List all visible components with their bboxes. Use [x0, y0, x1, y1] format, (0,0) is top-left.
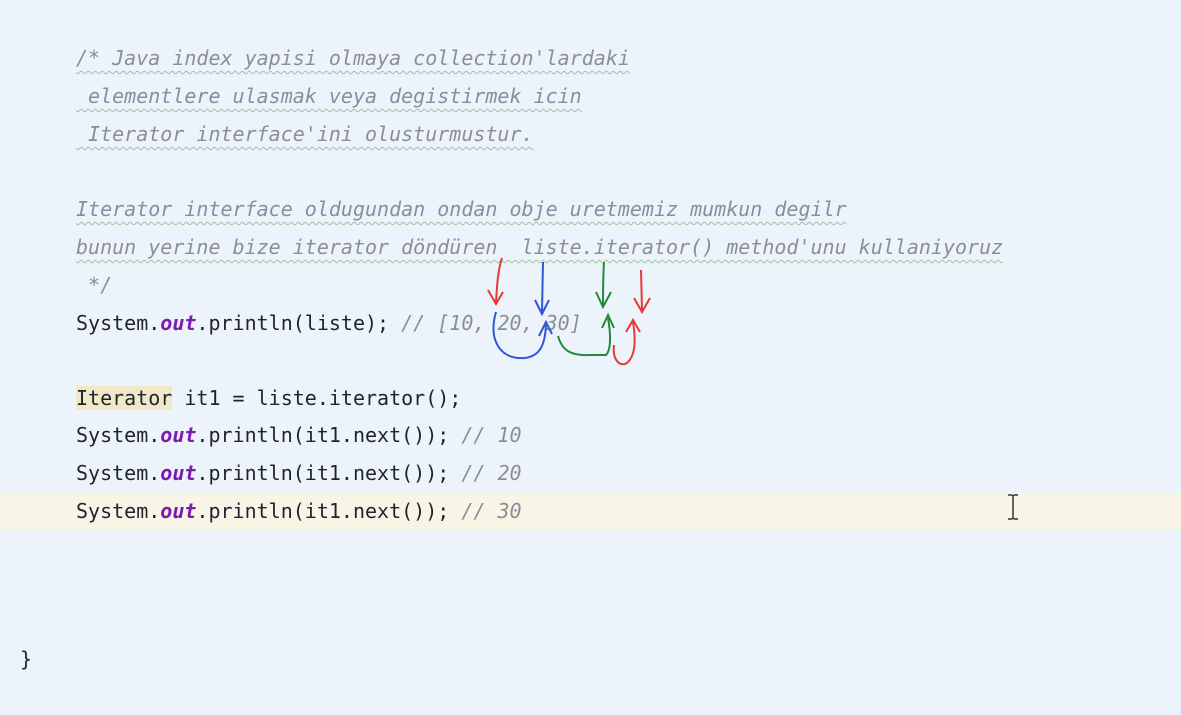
- comment-text: Iterator interface oldugundan ondan obje…: [76, 197, 847, 221]
- code-token: .println(liste);: [196, 311, 402, 335]
- code-line-closing-brace[interactable]: }: [0, 604, 1181, 671]
- code-token: System.: [76, 311, 161, 335]
- code-line-next[interactable]: System.out.println(it1.next()); // 20: [0, 455, 1181, 492]
- code-line-next[interactable]: System.out.println(it1.next()); // 10: [0, 417, 1181, 454]
- comment-text: elementlere ulasmak veya degistirmek ici…: [76, 84, 582, 108]
- code-token: .println(it1.next());: [196, 423, 462, 447]
- code-line-print-liste[interactable]: System.out.println(liste); // [10, 20, 3…: [0, 305, 1181, 342]
- code-statement: System.out.println(liste); // [10, 20, 3…: [76, 305, 582, 342]
- field-token: out: [160, 311, 197, 335]
- code-line-iterator-decl[interactable]: Iterator it1 = liste.iterator();: [0, 380, 1181, 417]
- code-line[interactable]: Iterator interface oldugundan ondan obje…: [0, 191, 1181, 228]
- comment-text: bunun yerine bize iterator döndüren list…: [76, 235, 1004, 259]
- code-editor[interactable]: /* Java index yapisi olmaya collection'l…: [0, 0, 1181, 686]
- field-token: out: [160, 461, 197, 485]
- code-statement: System.out.println(it1.next()); // 20: [76, 455, 522, 492]
- code-statement: System.out.println(it1.next()); // 30: [76, 493, 522, 530]
- code-line[interactable]: elementlere ulasmak veya degistirmek ici…: [0, 78, 1181, 115]
- code-token: System.: [76, 499, 161, 523]
- code-token: System.: [76, 423, 161, 447]
- field-token: out: [160, 423, 197, 447]
- code-line[interactable]: bunun yerine bize iterator döndüren list…: [0, 229, 1181, 266]
- comment-text: */: [76, 273, 113, 297]
- inline-comment: // 10: [461, 423, 522, 447]
- inline-comment: // 30: [461, 499, 522, 523]
- comment-text: Iterator interface'ini olusturmustur.: [76, 122, 534, 146]
- code-line[interactable]: Iterator interface'ini olusturmustur.: [0, 116, 1181, 153]
- code-statement: Iterator it1 = liste.iterator();: [76, 380, 461, 417]
- type-token-highlighted: Iterator: [76, 386, 173, 410]
- text-ibeam-cursor-icon: [1008, 494, 1018, 520]
- code-token: it1 = liste.iterator();: [172, 386, 462, 410]
- code-token: System.: [76, 461, 161, 485]
- code-line[interactable]: /* Java index yapisi olmaya collection'l…: [0, 40, 1181, 77]
- comment-text: /* Java index yapisi olmaya collection'l…: [76, 46, 630, 70]
- code-token: .println(it1.next());: [196, 499, 462, 523]
- inline-comment: // [10, 20, 30]: [401, 311, 582, 335]
- field-token: out: [160, 499, 197, 523]
- code-line[interactable]: */: [0, 267, 1181, 304]
- code-token: .println(it1.next());: [196, 461, 462, 485]
- code-statement: System.out.println(it1.next()); // 10: [76, 417, 522, 454]
- closing-brace: }: [20, 647, 33, 671]
- inline-comment: // 20: [461, 461, 522, 485]
- code-line-current[interactable]: System.out.println(it1.next()); // 30: [0, 493, 1181, 530]
